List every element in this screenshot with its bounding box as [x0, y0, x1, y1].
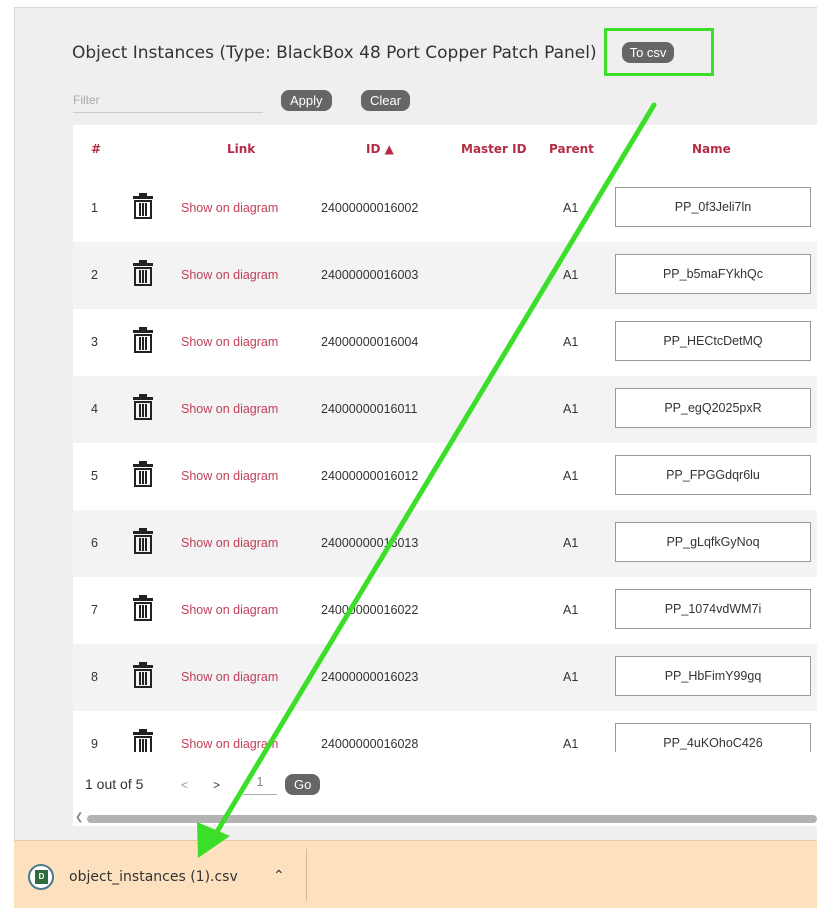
next-page-button[interactable]: > [213, 778, 220, 792]
apply-button[interactable]: Apply [281, 90, 332, 111]
show-on-diagram-link[interactable]: Show on diagram [181, 268, 278, 282]
column-header-parent[interactable]: Parent [549, 142, 594, 156]
show-on-diagram-link[interactable]: Show on diagram [181, 737, 278, 751]
to-csv-highlight-box [604, 28, 714, 76]
row-parent: A1 [563, 335, 579, 349]
column-header-name[interactable]: Name [692, 142, 731, 156]
row-parent: A1 [563, 201, 579, 215]
table-header: # Link ID ▲ Master ID Parent Name [73, 125, 817, 175]
trash-icon[interactable] [131, 394, 155, 423]
table-row: 8 Show on diagram 24000000016023 A1 PP_HbFim… [73, 644, 817, 711]
trash-icon[interactable] [131, 662, 155, 691]
row-parent: A1 [563, 402, 579, 416]
table-row: 1 Show on diagram 24000000016002 A1 PP_0f3Je… [73, 175, 817, 242]
csv-file-icon-letter: D [35, 870, 48, 884]
trash-icon[interactable] [131, 193, 155, 222]
row-id: 24000000016004 [321, 335, 419, 349]
row-name-field[interactable]: PP_1074vdWM7i [615, 589, 811, 629]
trash-icon[interactable] [131, 260, 155, 289]
table-row: 9 Show on diagram 24000000016028 A1 PP_4uKOh… [73, 711, 817, 752]
show-on-diagram-link[interactable]: Show on diagram [181, 335, 278, 349]
show-on-diagram-link[interactable]: Show on diagram [181, 670, 278, 684]
row-parent: A1 [563, 536, 579, 550]
table-row: 2 Show on diagram 24000000016003 A1 PP_b5maF… [73, 242, 817, 309]
show-on-diagram-link[interactable]: Show on diagram [181, 402, 278, 416]
instances-table: # Link ID ▲ Master ID Parent Name 1 Show … [73, 125, 817, 752]
row-name-field[interactable]: PP_b5maFYkhQc [615, 254, 811, 294]
scroll-left-arrow-icon[interactable]: ❮ [75, 812, 83, 823]
row-number: 6 [91, 536, 98, 550]
row-id: 24000000016002 [321, 201, 419, 215]
column-header-link[interactable]: Link [227, 142, 255, 156]
show-on-diagram-link[interactable]: Show on diagram [181, 201, 278, 215]
trash-icon[interactable] [131, 595, 155, 624]
table-row: 3 Show on diagram 24000000016004 A1 PP_HECtc… [73, 309, 817, 376]
csv-file-icon: D [28, 864, 54, 890]
page-number-input[interactable]: 1 [243, 774, 277, 795]
show-on-diagram-link[interactable]: Show on diagram [181, 603, 278, 617]
row-parent: A1 [563, 469, 579, 483]
download-bar-divider [306, 849, 307, 901]
row-number: 1 [91, 201, 98, 215]
row-name-field[interactable]: PP_FPGGdqr6lu [615, 455, 811, 495]
pagination-bar: 1 out of 5 < > 1 Go [73, 752, 817, 812]
chevron-up-icon[interactable]: ⌃ [273, 867, 285, 884]
table-row: 6 Show on diagram 24000000016013 A1 PP_gLqfk… [73, 510, 817, 577]
row-id: 24000000016011 [321, 402, 418, 416]
prev-page-button[interactable]: < [181, 778, 188, 792]
scrollbar-thumb[interactable] [87, 815, 817, 823]
row-number: 3 [91, 335, 98, 349]
row-name-field[interactable]: PP_4uKOhoC426 [615, 723, 811, 752]
row-number: 8 [91, 670, 98, 684]
download-bar: D object_instances (1).csv ⌃ [14, 840, 817, 908]
page-title: Object Instances (Type: BlackBox 48 Port… [72, 43, 597, 63]
downloaded-file-name[interactable]: object_instances (1).csv [69, 869, 238, 885]
go-button[interactable]: Go [285, 774, 321, 795]
show-on-diagram-link[interactable]: Show on diagram [181, 469, 278, 483]
horizontal-scrollbar[interactable]: ❮ [73, 812, 817, 826]
row-number: 2 [91, 268, 98, 282]
row-name-field[interactable]: PP_HECtcDetMQ [615, 321, 811, 361]
row-number: 9 [91, 737, 98, 751]
row-parent: A1 [563, 603, 579, 617]
clear-button[interactable]: Clear [361, 90, 411, 111]
row-parent: A1 [563, 737, 579, 751]
trash-icon[interactable] [131, 327, 155, 356]
row-id: 24000000016022 [321, 603, 419, 617]
row-number: 5 [91, 469, 98, 483]
table-row: 5 Show on diagram 24000000016012 A1 PP_FPGGd… [73, 443, 817, 510]
trash-icon[interactable] [131, 729, 155, 752]
row-name-field[interactable]: PP_egQ2025pxR [615, 388, 811, 428]
trash-icon[interactable] [131, 528, 155, 557]
row-name-field[interactable]: PP_gLqfkGyNoq [615, 522, 811, 562]
row-number: 4 [91, 402, 98, 416]
row-parent: A1 [563, 268, 579, 282]
column-header-master-id[interactable]: Master ID [461, 142, 527, 156]
pagination-summary: 1 out of 5 [85, 776, 144, 792]
row-id: 24000000016023 [321, 670, 419, 684]
row-number: 7 [91, 603, 98, 617]
table-row: 4 Show on diagram 24000000016011 A1 PP_egQ20… [73, 376, 817, 443]
row-id: 24000000016003 [321, 268, 419, 282]
row-id: 24000000016012 [321, 469, 419, 483]
table-row: 7 Show on diagram 24000000016022 A1 PP_1074v… [73, 577, 817, 644]
row-id: 24000000016028 [321, 737, 419, 751]
row-name-field[interactable]: PP_HbFimY99gq [615, 656, 811, 696]
column-header-num[interactable]: # [91, 142, 101, 156]
show-on-diagram-link[interactable]: Show on diagram [181, 536, 278, 550]
row-id: 24000000016013 [321, 536, 419, 550]
filter-input[interactable]: Filter [73, 90, 263, 113]
trash-icon[interactable] [131, 461, 155, 490]
row-name-field[interactable]: PP_0f3Jeli7ln [615, 187, 811, 227]
column-header-id[interactable]: ID ▲ [366, 142, 394, 156]
row-parent: A1 [563, 670, 579, 684]
